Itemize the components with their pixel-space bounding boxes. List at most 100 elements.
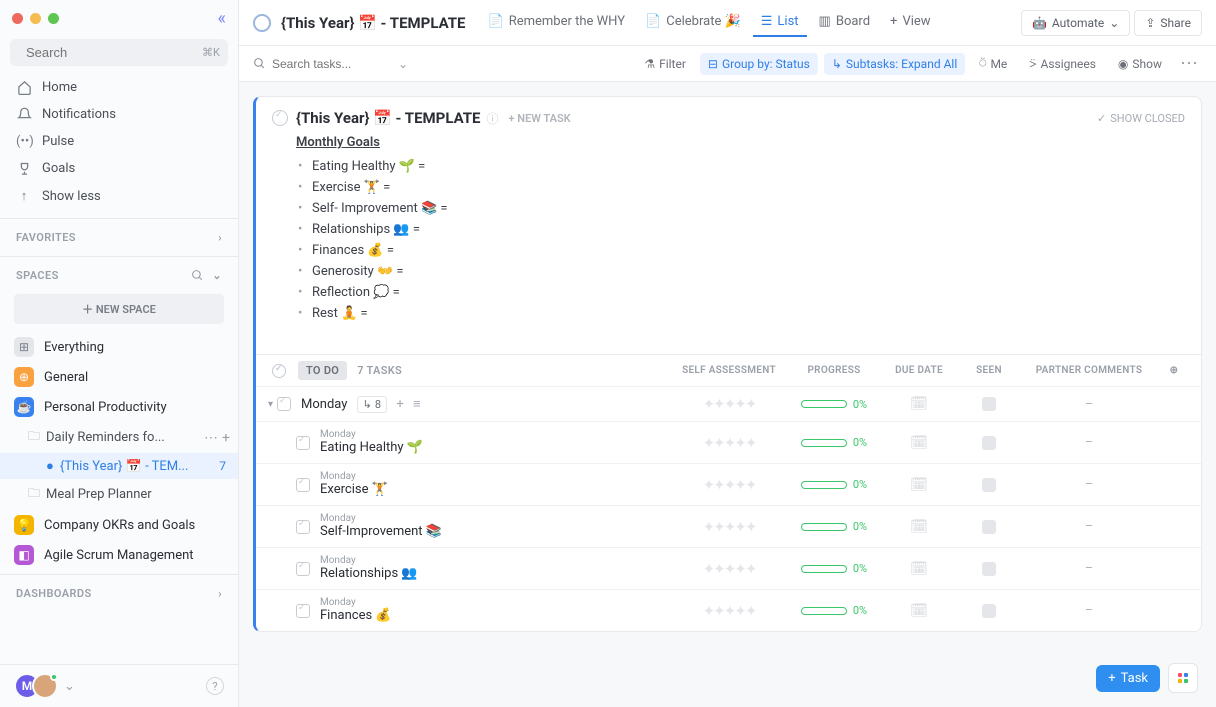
task-checkbox[interactable] — [296, 478, 310, 492]
favorites-header[interactable]: FAVORITES › — [0, 223, 238, 252]
subtask-row[interactable]: Monday Eating Healthy 🌱 ✦✦✦✦✦ 0% 🗓 – — [256, 421, 1201, 463]
subtask-row[interactable]: Monday Relationships 👥 ✦✦✦✦✦ 0% 🗓 – — [256, 547, 1201, 589]
space-okrs[interactable]: 💡 Company OKRs and Goals — [0, 510, 238, 540]
task-checkbox[interactable] — [296, 520, 310, 534]
task-row[interactable]: ▾ Monday ↳ 8 + ≡ ✦✦✦✦✦ 0% 🗓 – — [256, 386, 1201, 421]
new-space-button[interactable]: ＋ NEW SPACE — [14, 294, 224, 324]
rating-stars[interactable]: ✦✦✦✦✦ — [669, 518, 789, 536]
partner-comments-cell[interactable]: – — [1019, 435, 1159, 450]
nav-goals[interactable]: Goals — [0, 155, 238, 182]
assignees-button[interactable]: ⍩Assignees — [1021, 52, 1104, 75]
seen-checkbox[interactable] — [982, 604, 996, 618]
partner-comments-cell[interactable]: – — [1019, 477, 1159, 492]
chevron-down-icon[interactable]: ⌄ — [212, 269, 222, 282]
chevron-down-icon[interactable]: ⌄ — [398, 57, 408, 71]
collapse-icon[interactable]: ▾ — [268, 399, 273, 410]
check-circle-icon[interactable] — [272, 110, 288, 126]
show-closed-button[interactable]: ✓ SHOW CLOSED — [1097, 112, 1185, 125]
seen-checkbox[interactable] — [982, 397, 996, 411]
me-button[interactable]: ⍥Me — [971, 52, 1015, 75]
calendar-icon[interactable]: 🗓 — [910, 477, 928, 493]
col-seen[interactable]: SEEN — [959, 365, 1019, 376]
col-self-assessment[interactable]: SELF ASSESSMENT — [669, 365, 789, 376]
task-checkbox[interactable] — [296, 562, 310, 576]
progress-bar[interactable]: 0% — [789, 562, 879, 575]
status-label[interactable]: TO DO — [298, 361, 347, 380]
progress-bar[interactable]: 0% — [789, 604, 879, 617]
rating-stars[interactable]: ✦✦✦✦✦ — [669, 476, 789, 494]
calendar-icon[interactable]: 🗓 — [910, 561, 928, 577]
nav-home[interactable]: Home — [0, 74, 238, 101]
task-checkbox[interactable] — [296, 604, 310, 618]
space-personal[interactable]: ☕ Personal Productivity — [0, 392, 238, 422]
space-everything[interactable]: ⊞ Everything — [0, 332, 238, 362]
minimize-window-icon[interactable] — [30, 13, 41, 24]
nav-showless[interactable]: ↑ Show less — [0, 182, 238, 210]
progress-bar[interactable]: 0% — [789, 436, 879, 449]
calendar-icon[interactable]: 🗓 — [910, 519, 928, 535]
space-general[interactable]: ⊕ General — [0, 362, 238, 392]
folder-daily-reminders[interactable]: 🗀 Daily Reminders fo... ⋯+ — [0, 422, 238, 453]
groupby-button[interactable]: ⊟Group by: Status — [700, 53, 818, 75]
progress-bar[interactable]: 0% — [789, 398, 879, 411]
progress-bar[interactable]: 0% — [789, 520, 879, 533]
rating-stars[interactable]: ✦✦✦✦✦ — [669, 434, 789, 452]
spaces-header[interactable]: SPACES ⌄ — [0, 261, 238, 290]
subtask-row[interactable]: Monday Finances 💰 ✦✦✦✦✦ 0% 🗓 – — [256, 589, 1201, 631]
task-checkbox[interactable] — [296, 436, 310, 450]
info-icon[interactable]: ⓘ — [487, 110, 499, 127]
seen-checkbox[interactable] — [982, 478, 996, 492]
seen-checkbox[interactable] — [982, 562, 996, 576]
col-progress[interactable]: PROGRESS — [789, 365, 879, 376]
tab-remember-why[interactable]: 📄Remember the WHY — [480, 8, 634, 37]
apps-fab[interactable] — [1168, 663, 1198, 693]
partner-comments-cell[interactable]: – — [1019, 397, 1159, 412]
list-this-year[interactable]: ● {This Year} 📅 - TEM... 7 — [0, 453, 238, 479]
avatar-group[interactable]: M — [14, 673, 58, 699]
rating-stars[interactable]: ✦✦✦✦✦ — [669, 602, 789, 620]
plus-icon[interactable]: + — [396, 397, 403, 412]
show-button[interactable]: ◉Show — [1110, 53, 1170, 75]
partner-comments-cell[interactable]: – — [1019, 603, 1159, 618]
col-partner-comments[interactable]: PARTNER COMMENTS — [1019, 365, 1159, 376]
tab-celebrate[interactable]: 📄Celebrate 🎉 — [637, 8, 749, 37]
new-task-button[interactable]: + NEW TASK — [509, 112, 571, 125]
calendar-icon[interactable]: 🗓 — [910, 435, 928, 451]
nav-pulse[interactable]: (••) Pulse — [0, 128, 238, 155]
automate-button[interactable]: 🤖Automate⌄ — [1021, 10, 1130, 36]
add-column-icon[interactable]: ⊕ — [1159, 365, 1189, 376]
chevron-down-icon[interactable]: ⌄ — [64, 679, 75, 694]
task-search-input[interactable] — [272, 57, 392, 71]
partner-comments-cell[interactable]: – — [1019, 519, 1159, 534]
check-circle-icon[interactable] — [272, 364, 286, 378]
description-icon[interactable]: ≡ — [413, 397, 421, 412]
sidebar-search[interactable]: ⌘K — [10, 39, 228, 66]
seen-checkbox[interactable] — [982, 520, 996, 534]
col-due-date[interactable]: DUE DATE — [879, 365, 959, 376]
plus-icon[interactable]: + — [222, 430, 230, 446]
calendar-icon[interactable]: 🗓 — [910, 396, 928, 412]
filter-button[interactable]: ⚗Filter — [636, 53, 694, 75]
more-icon[interactable]: ⋯ — [204, 430, 218, 446]
search-input[interactable] — [26, 45, 202, 60]
nav-notifications[interactable]: Notifications — [0, 101, 238, 128]
search-icon[interactable] — [191, 269, 204, 282]
task-checkbox[interactable] — [277, 397, 291, 411]
more-icon[interactable]: ⋯ — [1176, 53, 1202, 74]
subtasks-button[interactable]: ↳Subtasks: Expand All — [824, 53, 965, 75]
tab-add-view[interactable]: +View — [882, 8, 939, 37]
close-window-icon[interactable] — [12, 13, 23, 24]
new-task-fab[interactable]: +Task — [1096, 665, 1160, 692]
rating-stars[interactable]: ✦✦✦✦✦ — [669, 395, 789, 413]
tab-board[interactable]: ▥Board — [811, 8, 879, 37]
folder-meal-prep[interactable]: 🗀 Meal Prep Planner — [0, 479, 238, 510]
space-agile[interactable]: ◧ Agile Scrum Management — [0, 540, 238, 570]
progress-bar[interactable]: 0% — [789, 478, 879, 491]
list-status-icon[interactable] — [253, 14, 271, 32]
partner-comments-cell[interactable]: – — [1019, 561, 1159, 576]
subtask-row[interactable]: Monday Exercise 🏋️ ✦✦✦✦✦ 0% 🗓 – — [256, 463, 1201, 505]
subtask-row[interactable]: Monday Self-Improvement 📚 ✦✦✦✦✦ 0% 🗓 – — [256, 505, 1201, 547]
seen-checkbox[interactable] — [982, 436, 996, 450]
share-button[interactable]: ⇪Share — [1134, 10, 1202, 36]
collapse-sidebar-icon[interactable]: « — [218, 8, 226, 29]
